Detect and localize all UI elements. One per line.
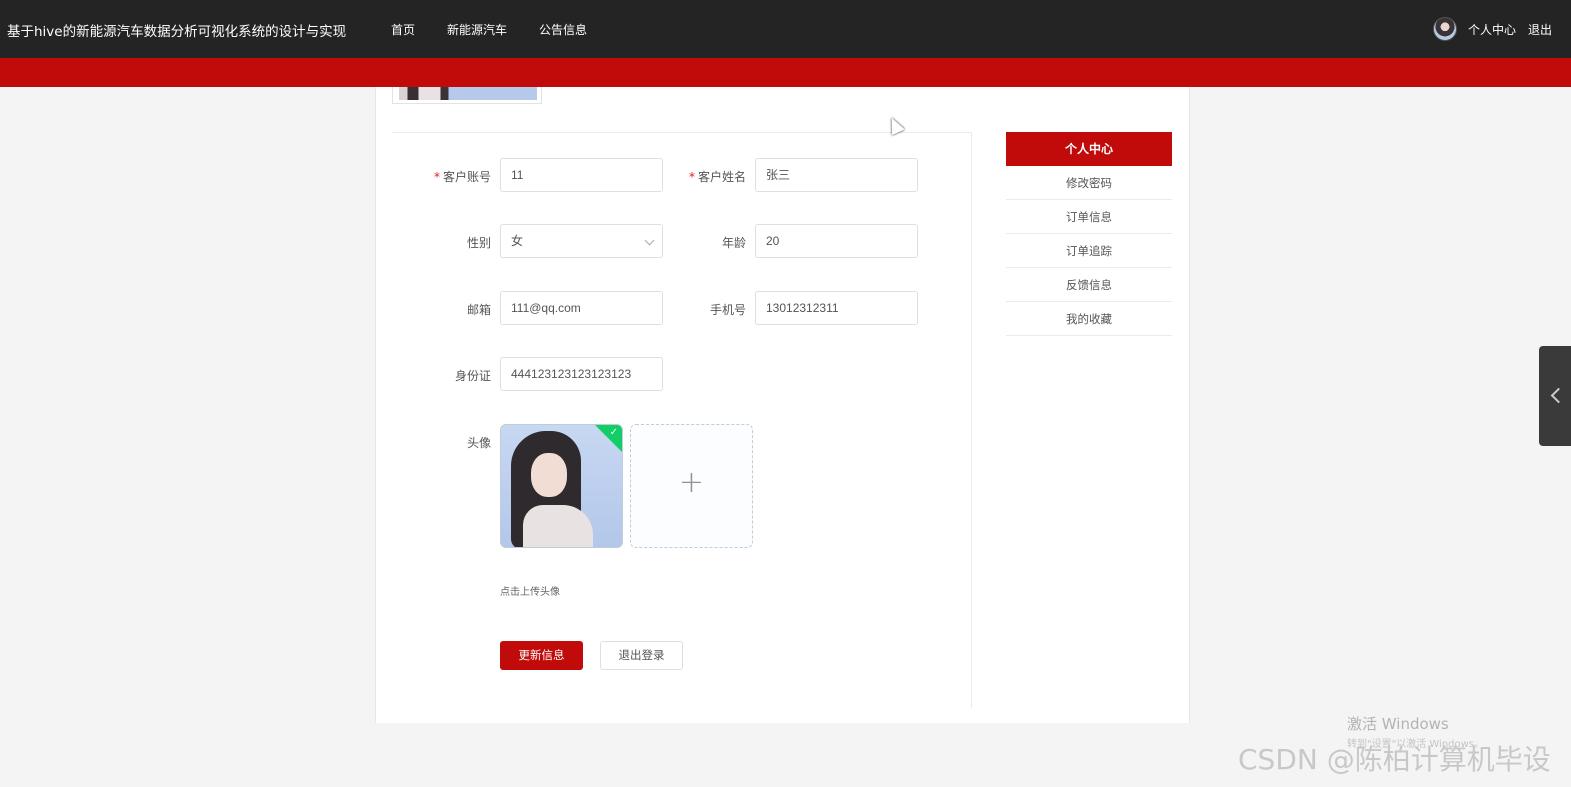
side-menu-change-password[interactable]: 修改密码 bbox=[1006, 166, 1172, 200]
phone-label: 手机号 bbox=[709, 303, 746, 317]
update-info-button[interactable]: 更新信息 bbox=[500, 641, 583, 670]
id-card-label: 身份证 bbox=[454, 369, 491, 383]
divider bbox=[392, 132, 972, 133]
banner-strip bbox=[0, 58, 1571, 87]
site-title[interactable]: 基于hive的新能源汽车数据分析可视化系统的设计与实现 bbox=[7, 20, 346, 40]
chevron-down-icon bbox=[644, 235, 655, 246]
avatar-upload-button[interactable]: + bbox=[630, 424, 753, 548]
age-input[interactable]: 20 bbox=[755, 224, 918, 258]
side-menu-order-info[interactable]: 订单信息 bbox=[1006, 200, 1172, 234]
avatar-upload-hint: 点击上传头像 bbox=[500, 587, 560, 598]
user-avatar[interactable] bbox=[1433, 17, 1457, 41]
side-collapse-tab[interactable] bbox=[1539, 346, 1571, 446]
required-mark: * bbox=[433, 170, 440, 184]
csdn-watermark: CSDN @陈柏计算机毕设 bbox=[1238, 743, 1551, 776]
chevron-left-icon bbox=[1550, 387, 1567, 404]
side-menu-feedback[interactable]: 反馈信息 bbox=[1006, 268, 1172, 302]
name-input[interactable]: 张三 bbox=[755, 158, 918, 192]
email-label: 邮箱 bbox=[466, 303, 491, 317]
top-navbar: 基于hive的新能源汽车数据分析可视化系统的设计与实现 首页 新能源汽车 公告信… bbox=[0, 0, 1571, 58]
gender-select[interactable]: 女 bbox=[500, 224, 663, 258]
side-menu-order-tracking[interactable]: 订单追踪 bbox=[1006, 234, 1172, 268]
phone-input[interactable]: 13012312311 bbox=[755, 291, 918, 325]
id-card-input[interactable]: 444123123123123123 bbox=[500, 357, 663, 391]
nav-logout[interactable]: 退出 bbox=[1528, 21, 1552, 38]
avatar-shirt bbox=[523, 505, 593, 547]
plus-icon: + bbox=[678, 465, 705, 500]
nav-item-new-energy-cars[interactable]: 新能源汽车 bbox=[447, 21, 507, 38]
account-input[interactable]: 11 bbox=[500, 158, 663, 192]
nav-user-center[interactable]: 个人中心 bbox=[1468, 21, 1516, 38]
check-icon: ✓ bbox=[609, 427, 618, 438]
avatar-uploaded-image[interactable]: ✓ bbox=[500, 424, 623, 548]
logout-button[interactable]: 退出登录 bbox=[600, 641, 683, 670]
side-menu-user-center[interactable]: 个人中心 bbox=[1006, 132, 1172, 166]
nav-item-home[interactable]: 首页 bbox=[391, 21, 415, 38]
windows-activation-title: 激活 Windows bbox=[1347, 715, 1449, 733]
divider bbox=[971, 132, 972, 708]
avatar-label: 头像 bbox=[466, 436, 491, 450]
profile-image-preview bbox=[392, 87, 542, 104]
account-label: * 客户账号 bbox=[433, 170, 491, 184]
profile-image-preview-picture bbox=[399, 87, 537, 100]
gender-select-value: 女 bbox=[511, 234, 524, 248]
avatar-face bbox=[531, 453, 567, 497]
name-label: * 客户姓名 bbox=[688, 170, 746, 184]
side-menu-favorites[interactable]: 我的收藏 bbox=[1006, 302, 1172, 336]
required-mark: * bbox=[688, 170, 695, 184]
age-label: 年龄 bbox=[721, 236, 746, 250]
email-input[interactable]: 111@qq.com bbox=[500, 291, 663, 325]
gender-label: 性别 bbox=[466, 236, 491, 250]
nav-item-announcements[interactable]: 公告信息 bbox=[539, 21, 587, 38]
